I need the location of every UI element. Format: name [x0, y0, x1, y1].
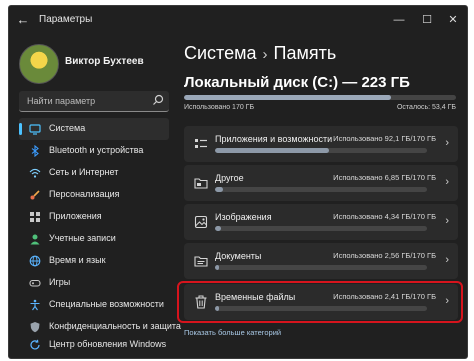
search-icon — [153, 94, 164, 105]
disk-used-label: Использовано 170 ГБ — [184, 104, 255, 111]
disk-title: Локальный диск (C:) — 223 ГБ — [184, 74, 410, 91]
sidebar-item-label: Bluetooth и устройства — [49, 145, 144, 155]
breadcrumb-separator: › — [262, 46, 268, 63]
category-bar — [215, 148, 427, 153]
document-folder-icon — [194, 256, 208, 267]
accessibility-icon — [30, 299, 40, 311]
sidebar-item-accessibility[interactable]: Специальные возможности — [19, 294, 169, 316]
app-title: Параметры — [39, 14, 93, 25]
sidebar-item-windows-update[interactable]: Центр обновления Windows — [19, 334, 169, 356]
brush-icon — [30, 190, 40, 200]
gamepad-icon — [29, 279, 41, 287]
sidebar-item-label: Время и язык — [49, 255, 106, 265]
disk-usage-fill — [184, 95, 391, 100]
category-bar — [215, 187, 427, 192]
apps-icon — [30, 212, 40, 222]
sidebar-item-label: Специальные возможности — [49, 299, 164, 309]
sidebar-item-label: Центр обновления Windows — [49, 339, 167, 349]
category-bar-fill — [215, 148, 330, 153]
sidebar-item-label: Игры — [49, 277, 71, 287]
folder-icon — [194, 178, 208, 189]
category-bar-fill — [215, 265, 220, 270]
sidebar-item-bluetooth[interactable]: Bluetooth и устройства — [19, 140, 169, 162]
category-bar-fill — [215, 187, 224, 192]
sidebar-item-gaming[interactable]: Игры — [19, 272, 169, 294]
category-usage: Использовано 92,1 ГБ/170 ГБ — [333, 134, 436, 143]
category-usage: Использовано 2,56 ГБ/170 ГБ — [333, 251, 436, 260]
sidebar-item-label: Сеть и Интернет — [49, 167, 119, 177]
category-name: Другое — [215, 173, 244, 183]
category-other[interactable]: Другое Использовано 6,85 ГБ/170 ГБ › — [184, 165, 458, 201]
search-box[interactable] — [19, 91, 169, 112]
sidebar-item-label: Приложения — [49, 211, 102, 221]
settings-window: ← Параметры — ☐ ✕ Виктор Бухтеев Система… — [8, 5, 468, 359]
breadcrumb-parent[interactable]: Система — [184, 43, 257, 63]
disk-free-label: Осталось: 53,4 ГБ — [396, 104, 456, 111]
globe-icon — [29, 255, 41, 267]
category-apps-features[interactable]: Приложения и возможности Использовано 92… — [184, 126, 458, 162]
user-name: Виктор Бухтеев — [65, 56, 144, 67]
update-icon — [30, 339, 40, 350]
category-usage: Использовано 4,34 ГБ/170 ГБ — [333, 212, 436, 221]
maximize-button[interactable]: ☐ — [415, 10, 439, 30]
back-button[interactable]: ← — [15, 12, 31, 28]
sidebar-item-apps[interactable]: Приложения — [19, 206, 169, 228]
category-name: Изображения — [215, 212, 272, 222]
sidebar-item-system[interactable]: Система — [19, 118, 169, 140]
wifi-icon — [29, 168, 41, 178]
close-button[interactable]: ✕ — [441, 10, 465, 30]
category-bar-fill — [215, 226, 222, 231]
chevron-right-icon: › — [445, 215, 449, 227]
sidebar-item-network[interactable]: Сеть и Интернет — [19, 162, 169, 184]
shield-icon — [30, 322, 40, 333]
page-title: Память — [273, 43, 337, 63]
category-name: Документы — [215, 251, 262, 261]
bluetooth-icon — [31, 145, 39, 157]
monitor-icon — [29, 124, 41, 135]
minimize-button[interactable]: — — [387, 10, 411, 30]
chevron-right-icon: › — [445, 137, 449, 149]
sidebar-item-label: Система — [49, 123, 86, 133]
category-usage: Использовано 6,85 ГБ/170 ГБ — [333, 173, 436, 182]
sidebar-item-label: Учетные записи — [49, 233, 116, 243]
category-name: Приложения и возможности — [215, 134, 333, 144]
avatar — [19, 44, 59, 84]
show-more-categories-link[interactable]: Показать больше категорий — [184, 328, 281, 337]
sidebar-item-label: Персонализация — [49, 189, 120, 199]
sidebar-item-time-language[interactable]: Время и язык — [19, 250, 169, 272]
highlight-frame — [177, 281, 463, 323]
category-bar — [215, 226, 427, 231]
title-bar: ← Параметры — ☐ ✕ — [9, 6, 467, 34]
sidebar-item-accounts[interactable]: Учетные записи — [19, 228, 169, 250]
person-icon — [30, 234, 40, 245]
disk-usage-bar — [184, 95, 456, 100]
image-icon — [194, 215, 208, 229]
sidebar-item-personalization[interactable]: Персонализация — [19, 184, 169, 206]
sidebar-item-label: Конфиденциальность и защита — [49, 321, 181, 331]
search-input[interactable] — [19, 91, 155, 111]
category-documents[interactable]: Документы Использовано 2,56 ГБ/170 ГБ › — [184, 243, 458, 279]
chevron-right-icon: › — [445, 254, 449, 266]
apps-list-icon — [195, 139, 207, 148]
chevron-right-icon: › — [445, 176, 449, 188]
category-images[interactable]: Изображения Использовано 4,34 ГБ/170 ГБ … — [184, 204, 458, 240]
breadcrumb: Система › Память — [184, 43, 336, 64]
category-bar — [215, 265, 427, 270]
